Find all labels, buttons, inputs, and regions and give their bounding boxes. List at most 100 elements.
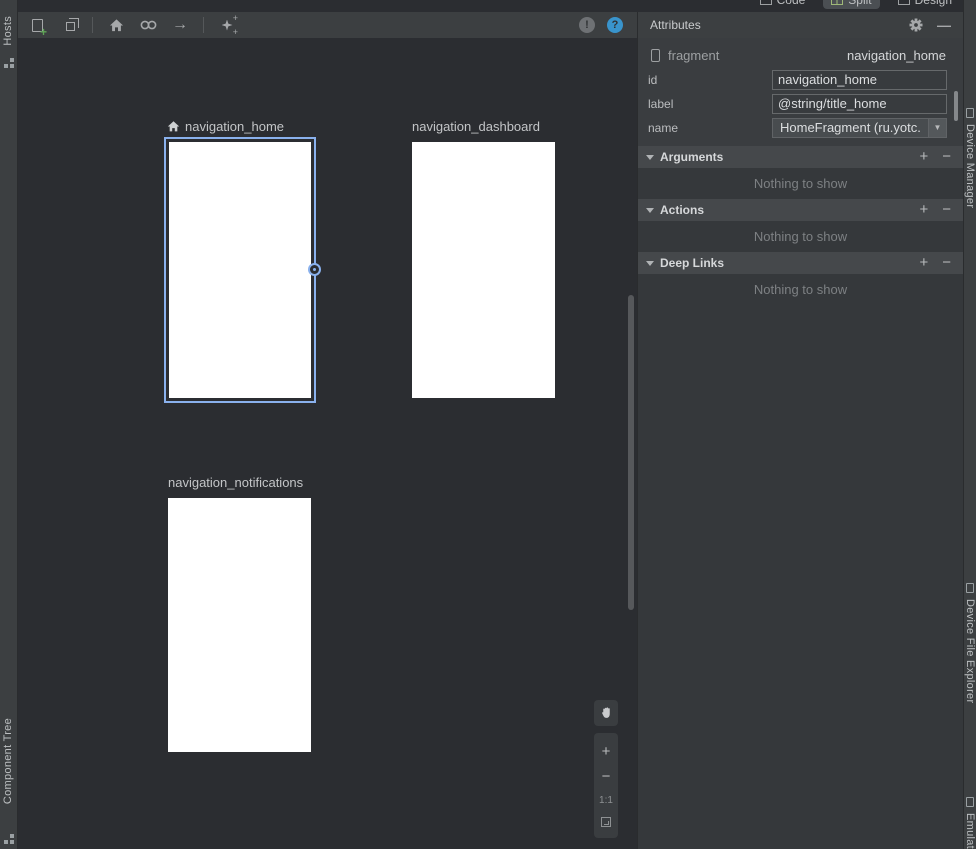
zoom-controls: + − 1:1 — [594, 733, 618, 838]
toolbar-separator — [203, 17, 204, 33]
empty-message: Nothing to show — [754, 282, 847, 297]
toolwindow-tab-component-tree[interactable]: Component Tree — [2, 718, 14, 804]
attributes-scrollbar-thumb[interactable] — [954, 91, 958, 121]
fragment-home-preview[interactable] — [169, 142, 311, 398]
nested-graph-icon — [66, 22, 75, 31]
pan-hand-icon — [600, 706, 613, 720]
id-label: id — [648, 73, 657, 87]
zoom-scale-label[interactable]: 1:1 — [599, 795, 613, 806]
component-type: fragment — [668, 48, 719, 63]
section-title: Actions — [660, 203, 704, 217]
zoom-out-button[interactable]: − — [602, 770, 611, 784]
design-icon — [898, 0, 910, 5]
tab-design-label: Design — [915, 0, 952, 7]
component-id: navigation_home — [847, 48, 946, 63]
remove-argument-icon[interactable]: − — [942, 150, 951, 164]
fragment-notifications-preview[interactable] — [168, 498, 311, 752]
fragment-home-selected-frame[interactable] — [164, 137, 316, 403]
navigation-graph-canvas[interactable]: navigation_home navigation_dashboard nav… — [18, 38, 637, 849]
component-tree-icon[interactable] — [4, 840, 8, 844]
section-body-actions: Nothing to show — [638, 221, 963, 252]
tab-split[interactable]: Split — [823, 0, 879, 9]
section-body-deep-links: Nothing to show — [638, 274, 963, 305]
warning-icon: ! — [585, 19, 589, 31]
tab-design[interactable]: Design — [890, 0, 960, 9]
gear-icon[interactable] — [909, 18, 923, 32]
section-header-deep-links[interactable]: Deep Links + − — [638, 252, 963, 274]
attributes-panel-empty-area — [638, 305, 963, 849]
name-label: name — [648, 121, 678, 135]
id-field[interactable]: navigation_home — [772, 70, 947, 90]
action-arrow-icon: → — [172, 17, 188, 33]
hide-panel-icon[interactable]: — — [937, 17, 951, 33]
selected-component-row: fragment navigation_home — [638, 44, 963, 66]
zoom-in-button[interactable]: + — [602, 745, 611, 759]
attributes-header: Attributes — — [637, 12, 963, 38]
nav-editor-toolbar: + → + + ! ? — [18, 12, 637, 38]
assign-start-destination-button[interactable] — [107, 16, 125, 34]
fragment-name: navigation_home — [185, 119, 284, 134]
name-dropdown-value: HomeFragment (ru.yotc. — [780, 120, 921, 135]
section-title: Arguments — [660, 150, 723, 164]
label-label: label — [648, 97, 673, 111]
attributes-panel-title: Attributes — [638, 18, 701, 32]
section-header-actions[interactable]: Actions + − — [638, 199, 963, 221]
tab-code[interactable]: Code — [752, 0, 814, 9]
code-icon — [760, 0, 772, 5]
property-row-label: label @string/title_home — [638, 94, 963, 114]
help-icon: ? — [612, 19, 619, 31]
zoom-to-fit-icon[interactable] — [601, 817, 611, 827]
device-manager-icon[interactable] — [966, 108, 974, 118]
emulator-icon[interactable] — [966, 797, 974, 807]
new-destination-button[interactable]: + — [28, 16, 46, 34]
pan-button[interactable] — [594, 700, 618, 726]
remove-action-icon[interactable]: − — [942, 203, 951, 217]
add-argument-icon[interactable]: + — [919, 150, 928, 164]
fragment-label-home[interactable]: navigation_home — [167, 119, 284, 134]
fragment-label-notifications[interactable]: navigation_notifications — [168, 475, 303, 490]
action-button[interactable]: → — [171, 16, 189, 34]
fragment-dashboard-preview[interactable] — [412, 142, 555, 398]
toolwindow-tab-hosts[interactable]: Hosts — [2, 16, 14, 46]
name-dropdown[interactable]: HomeFragment (ru.yotc. ▼ — [772, 118, 947, 138]
toolbar-separator — [92, 17, 93, 33]
add-action-icon[interactable]: + — [919, 203, 928, 217]
canvas-scrollbar-thumb[interactable] — [628, 295, 634, 610]
attributes-panel: fragment navigation_home id navigation_h… — [637, 38, 963, 849]
fragment-name: navigation_dashboard — [412, 119, 540, 134]
property-row-id: id navigation_home — [638, 70, 963, 90]
empty-message: Nothing to show — [754, 229, 847, 244]
chevron-down-icon[interactable]: ▼ — [928, 119, 946, 137]
toolwindow-tab-device-manager[interactable]: Device Manager — [964, 124, 976, 208]
section-title: Deep Links — [660, 256, 724, 270]
action-connection-handle[interactable] — [308, 263, 321, 276]
editor-mode-strip: Code Split Design — [18, 0, 976, 12]
chevron-down-icon — [646, 155, 654, 160]
empty-message: Nothing to show — [754, 176, 847, 191]
property-row-name: name HomeFragment (ru.yotc. ▼ — [638, 118, 963, 138]
help-button[interactable]: ? — [607, 17, 623, 33]
start-destination-home-icon — [167, 120, 180, 133]
link-icon — [140, 19, 157, 31]
add-deep-link-icon[interactable]: + — [919, 256, 928, 270]
fragment-icon — [651, 49, 660, 62]
deep-link-button[interactable] — [139, 16, 157, 34]
chevron-down-icon — [646, 261, 654, 266]
label-field[interactable]: @string/title_home — [772, 94, 947, 114]
section-body-arguments: Nothing to show — [638, 168, 963, 199]
hosts-icon[interactable] — [4, 64, 8, 68]
fragment-label-dashboard[interactable]: navigation_dashboard — [412, 119, 540, 134]
split-icon — [831, 0, 843, 5]
fragment-name: navigation_notifications — [168, 475, 303, 490]
issue-panel-button[interactable]: ! — [579, 17, 595, 33]
tab-split-label: Split — [848, 0, 871, 7]
nested-graph-button[interactable] — [60, 16, 78, 34]
tab-code-label: Code — [777, 0, 806, 7]
remove-deep-link-icon[interactable]: − — [942, 256, 951, 270]
auto-arrange-button[interactable]: + + — [218, 16, 236, 34]
device-file-explorer-icon[interactable] — [966, 583, 974, 593]
toolwindow-tab-device-file-explorer[interactable]: Device File Explorer — [964, 599, 976, 703]
right-toolwindow-stripe: Gradle Device Manager Device File Explor… — [963, 0, 976, 849]
toolwindow-tab-emulator[interactable]: Emulator — [964, 813, 976, 849]
section-header-arguments[interactable]: Arguments + − — [638, 146, 963, 168]
